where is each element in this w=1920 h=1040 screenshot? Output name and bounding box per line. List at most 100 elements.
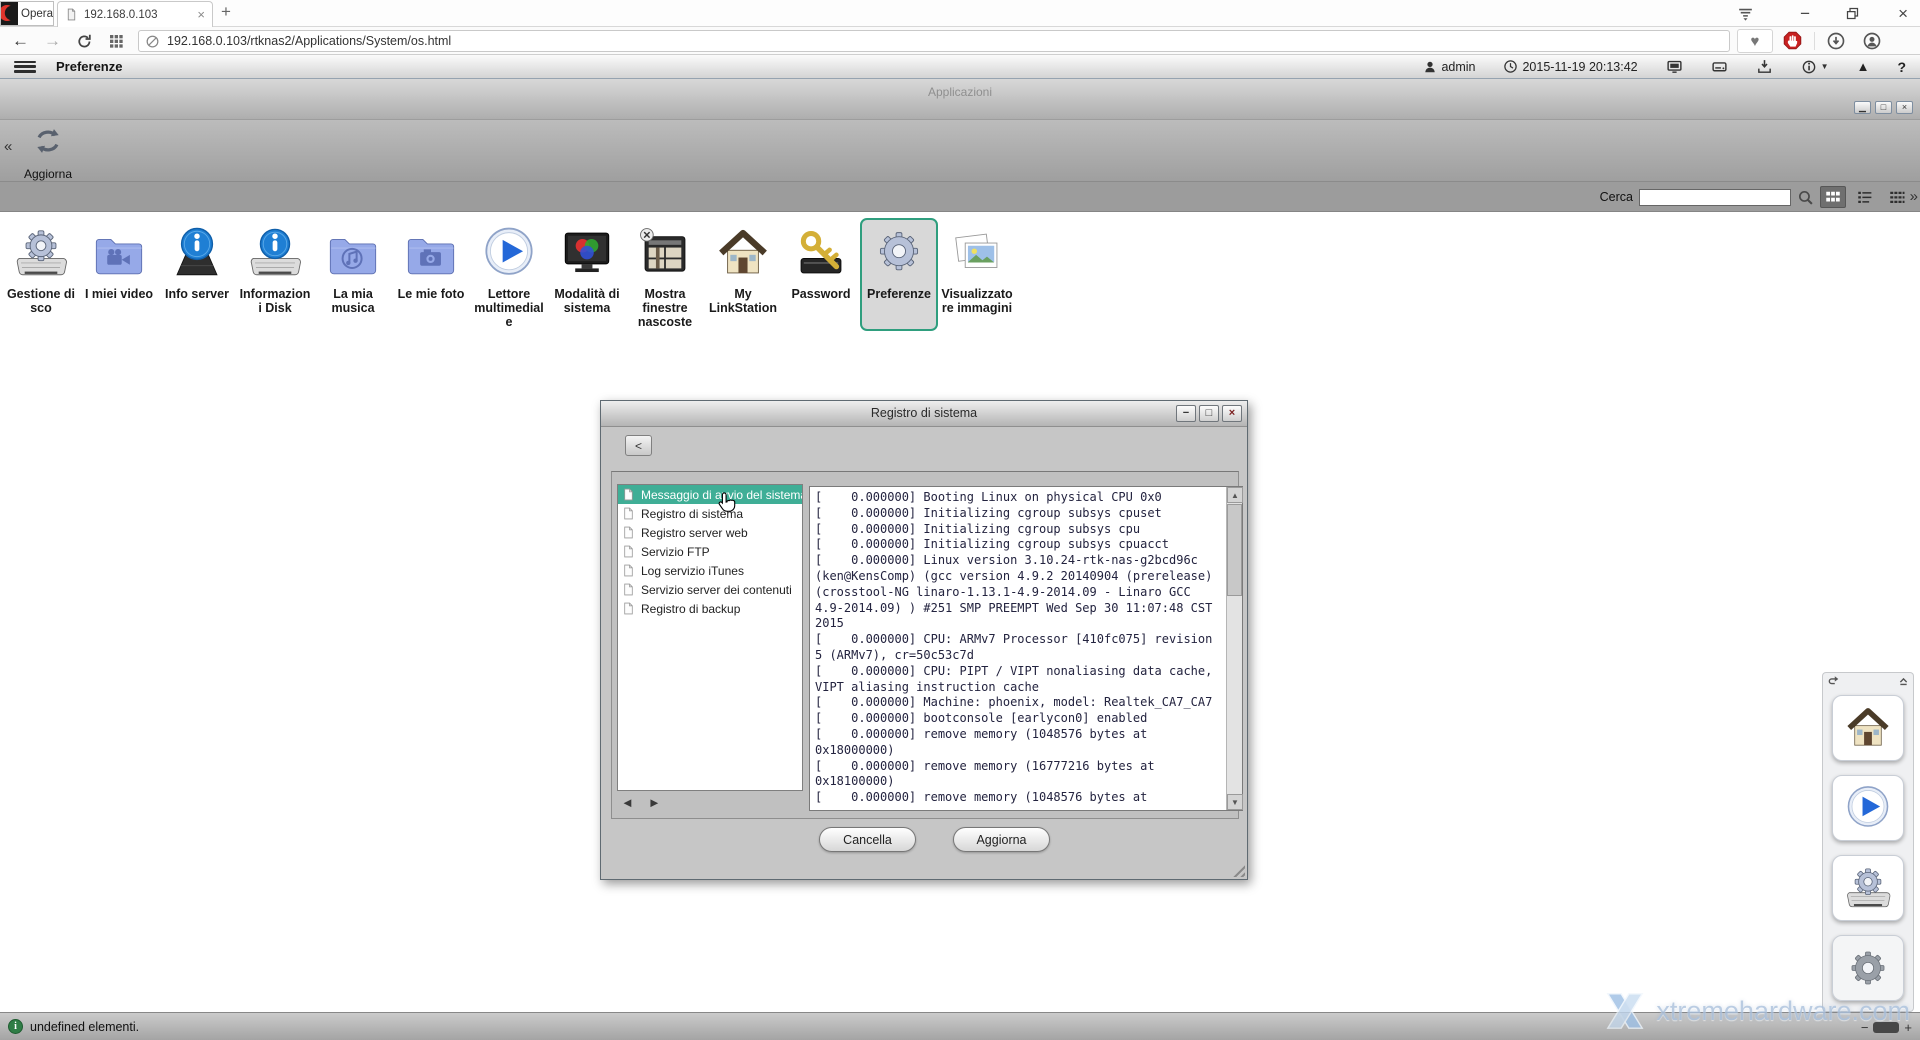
log-type-item[interactable]: Registro server web bbox=[618, 523, 802, 542]
dialog-maximize-icon[interactable]: □ bbox=[1199, 405, 1219, 422]
browser-menu-icon[interactable] bbox=[1736, 0, 1755, 27]
dialog-titlebar[interactable]: Registro di sistema − □ × bbox=[601, 401, 1247, 427]
nas-menu-icon[interactable] bbox=[14, 61, 36, 73]
help-icon[interactable]: ? bbox=[1897, 59, 1906, 75]
app-item-folder-music[interactable]: La mia musica bbox=[314, 218, 392, 331]
app-icon-grid: Gestione di scoI miei videoInfo serverIn… bbox=[2, 218, 1016, 331]
bookmark-button[interactable]: ♥ bbox=[1737, 29, 1773, 53]
window-minimize-icon[interactable]: − bbox=[1800, 0, 1810, 27]
dock-media-player-button[interactable] bbox=[1832, 775, 1904, 841]
document-icon bbox=[622, 582, 635, 597]
collapse-right-icon[interactable]: » bbox=[1910, 188, 1918, 205]
disk-info-icon bbox=[246, 224, 304, 282]
speed-dial-icon[interactable] bbox=[108, 27, 124, 55]
window-restore-icon[interactable] bbox=[1845, 0, 1860, 27]
search-icon[interactable] bbox=[1797, 189, 1814, 206]
dialog-back-button[interactable]: < bbox=[625, 435, 652, 456]
tab-favicon-icon bbox=[65, 8, 78, 21]
info-black-icon bbox=[168, 224, 226, 282]
document-icon bbox=[622, 601, 635, 616]
photos-icon bbox=[948, 224, 1006, 282]
profile-icon[interactable] bbox=[1862, 31, 1882, 51]
new-tab-button[interactable]: + bbox=[221, 2, 231, 22]
log-type-item[interactable]: Registro di backup bbox=[618, 599, 802, 618]
datetime-text: 2015-11-19 20:13:42 bbox=[1522, 60, 1637, 74]
watermark-x-logo bbox=[1602, 990, 1648, 1032]
app-item-folder-photo[interactable]: Le mie foto bbox=[392, 218, 470, 331]
clock-icon bbox=[1503, 59, 1518, 74]
dialog-minimize-icon[interactable]: − bbox=[1176, 405, 1196, 422]
scroll-thumb[interactable] bbox=[1227, 504, 1242, 596]
resize-grip[interactable] bbox=[1230, 862, 1245, 877]
applications-titlebar: Applicazioni ▁ □ × bbox=[0, 79, 1920, 120]
back-icon[interactable]: ← bbox=[12, 27, 29, 55]
log-type-label: Registro server web bbox=[641, 526, 748, 540]
forward-icon[interactable]: → bbox=[44, 27, 61, 55]
log-type-item[interactable]: Servizio server dei contenuti bbox=[618, 580, 802, 599]
scroll-down-icon[interactable]: ▼ bbox=[1227, 794, 1243, 810]
view-grid-button[interactable] bbox=[1820, 186, 1846, 208]
drive-icon[interactable] bbox=[1711, 58, 1728, 75]
view-list-button[interactable] bbox=[1852, 186, 1878, 208]
pager-next-icon[interactable]: ► bbox=[648, 795, 661, 810]
refresh-tool-button[interactable]: Aggiorna bbox=[16, 122, 80, 181]
app-item-photos[interactable]: Visualizzatore immagini bbox=[938, 218, 1016, 331]
cancel-button[interactable]: Cancella bbox=[819, 827, 916, 852]
adblock-icon[interactable] bbox=[1782, 30, 1803, 51]
app-item-house[interactable]: My LinkStation bbox=[704, 218, 782, 331]
app-close-icon[interactable]: × bbox=[1896, 101, 1913, 114]
refresh-button[interactable]: Aggiorna bbox=[953, 827, 1050, 852]
app-item-disk-gear[interactable]: Gestione di sco bbox=[2, 218, 80, 331]
eject-icon[interactable]: ▲ bbox=[1857, 59, 1870, 74]
window-close-icon[interactable]: × bbox=[1898, 0, 1908, 27]
scroll-up-icon[interactable]: ▲ bbox=[1227, 487, 1243, 503]
app-item-monitor-color[interactable]: Modalità di sistema bbox=[548, 218, 626, 331]
display-settings-icon[interactable] bbox=[1666, 58, 1683, 75]
site-badge-icon[interactable] bbox=[145, 34, 160, 49]
dialog-close-icon[interactable]: × bbox=[1222, 405, 1242, 422]
search-input[interactable] bbox=[1639, 189, 1791, 206]
clock-display: 2015-11-19 20:13:42 bbox=[1503, 59, 1637, 74]
log-scrollbar[interactable]: ▲ ▼ bbox=[1226, 487, 1242, 810]
log-type-item[interactable]: Registro di sistema bbox=[618, 504, 802, 523]
app-item-gear-big[interactable]: Preferenze bbox=[860, 218, 938, 331]
dock-collapse-icon[interactable] bbox=[1898, 675, 1909, 688]
house-icon bbox=[714, 224, 772, 282]
quick-launch-dock bbox=[1822, 672, 1914, 1012]
app-label: Gestione di sco bbox=[4, 287, 78, 315]
log-type-item[interactable]: Servizio FTP bbox=[618, 542, 802, 561]
nas-toolbar: Preferenze admin 2015-11-19 20:13:42 ▼ ▲… bbox=[0, 55, 1920, 79]
app-item-info-black[interactable]: Info server bbox=[158, 218, 236, 331]
app-item-disk-info[interactable]: Informazioni Disk bbox=[236, 218, 314, 331]
refresh-icon bbox=[29, 122, 67, 160]
browser-tab[interactable]: 192.168.0.103 × bbox=[57, 1, 213, 27]
app-item-windows-hidden[interactable]: Mostra finestre nascoste bbox=[626, 218, 704, 331]
app-minimize-icon[interactable]: ▁ bbox=[1854, 101, 1871, 114]
pager-prev-icon[interactable]: ◄ bbox=[621, 795, 634, 810]
downloads-icon[interactable] bbox=[1826, 31, 1846, 51]
logged-user[interactable]: admin bbox=[1423, 60, 1475, 74]
app-item-key-drive[interactable]: Password bbox=[782, 218, 860, 331]
play-circle-icon bbox=[480, 224, 538, 282]
url-field[interactable]: 192.168.0.103/rtknas2/Applications/Syste… bbox=[138, 30, 1730, 52]
collapse-left-icon[interactable]: « bbox=[4, 138, 12, 155]
log-type-label: Registro di backup bbox=[641, 602, 740, 616]
info-dropdown[interactable]: ▼ bbox=[1801, 59, 1829, 75]
app-maximize-icon[interactable]: □ bbox=[1875, 101, 1892, 114]
view-detail-button[interactable] bbox=[1884, 186, 1910, 208]
dock-undo-icon[interactable] bbox=[1827, 675, 1841, 688]
mouse-cursor bbox=[716, 492, 738, 514]
app-item-folder-video[interactable]: I miei video bbox=[80, 218, 158, 331]
tab-close-icon[interactable]: × bbox=[197, 7, 205, 22]
download-tray-icon[interactable] bbox=[1756, 58, 1773, 75]
app-label: My LinkStation bbox=[706, 287, 780, 315]
app-item-play-circle[interactable]: Lettore multimediale bbox=[470, 218, 548, 331]
dock-home-button[interactable] bbox=[1832, 695, 1904, 761]
log-type-item[interactable]: Messaggio di avvio del sistema bbox=[618, 485, 802, 504]
log-type-item[interactable]: Log servizio iTunes bbox=[618, 561, 802, 580]
dock-disk-manager-button[interactable] bbox=[1832, 855, 1904, 921]
document-icon bbox=[622, 544, 635, 559]
app-label: Mostra finestre nascoste bbox=[628, 287, 702, 329]
opera-menu-button[interactable]: Opera bbox=[0, 1, 54, 26]
reload-icon[interactable] bbox=[76, 27, 93, 55]
